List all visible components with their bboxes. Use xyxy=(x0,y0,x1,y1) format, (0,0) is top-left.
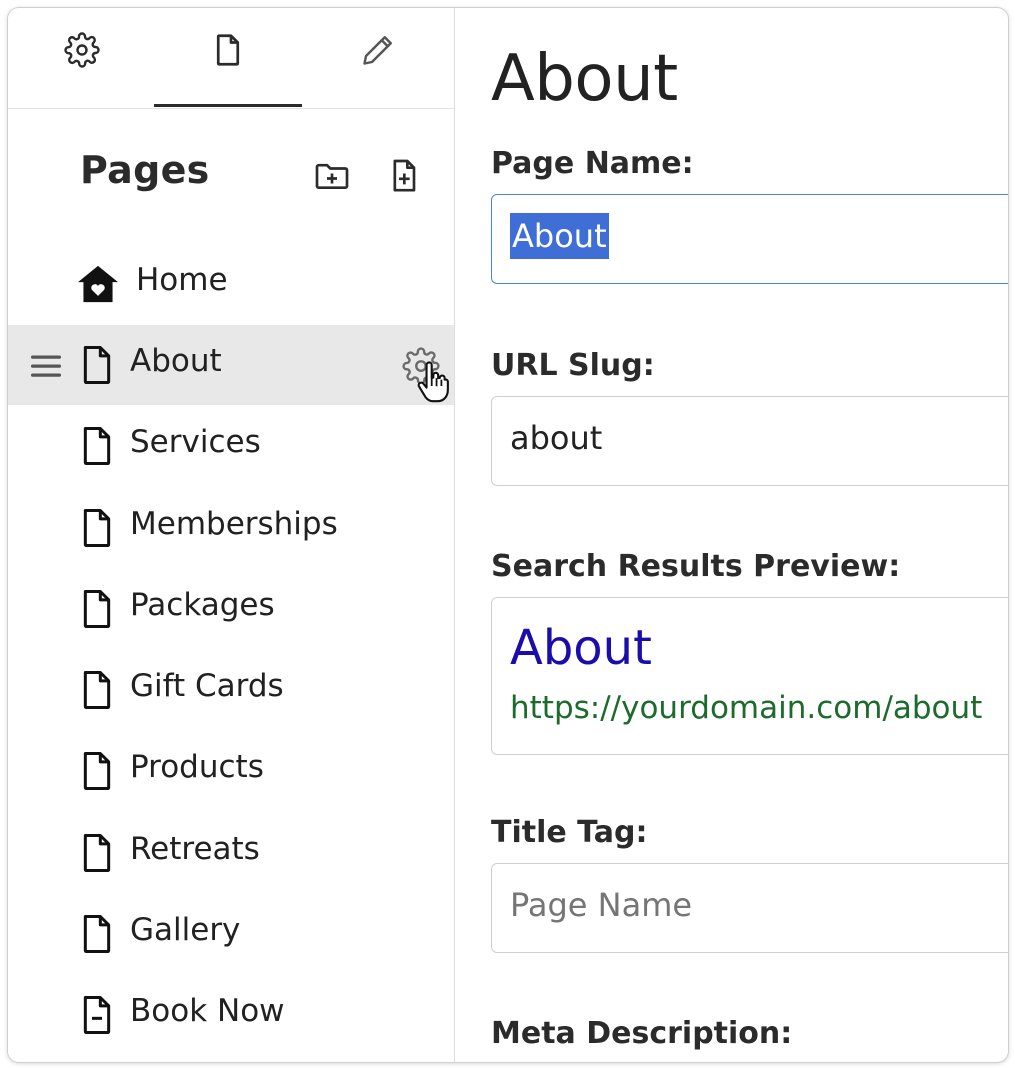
page-label: Gallery xyxy=(130,912,241,948)
page-item-book-now[interactable]: Book Now xyxy=(8,975,454,1055)
tab-pages[interactable] xyxy=(154,8,302,108)
page-item-services[interactable]: Services xyxy=(8,406,454,486)
home-heart-icon xyxy=(78,265,118,303)
document-icon xyxy=(216,34,240,66)
page-label: Packages xyxy=(130,587,275,623)
add-page-button[interactable] xyxy=(384,156,424,196)
document-icon xyxy=(83,427,111,465)
document-icon xyxy=(83,346,111,384)
page-name-label: Page Name: xyxy=(491,146,694,181)
url-slug-label: URL Slug: xyxy=(491,348,655,383)
document-icon xyxy=(83,671,111,709)
tab-settings[interactable] xyxy=(8,8,156,108)
document-icon xyxy=(83,915,111,953)
pointer-hand-cursor-icon xyxy=(417,361,449,403)
sidebar-tabs xyxy=(8,8,454,109)
search-preview-title: About xyxy=(510,620,652,676)
url-slug-value: about xyxy=(510,419,603,457)
title-tag-input[interactable]: Page Name xyxy=(491,863,1008,953)
page-label: Gift Cards xyxy=(130,668,284,704)
page-item-products[interactable]: Products xyxy=(8,731,454,811)
document-icon xyxy=(83,752,111,790)
title-tag-placeholder: Page Name xyxy=(510,886,693,924)
app-window: Pages Home About Services Memberships Pa… xyxy=(7,7,1009,1063)
search-preview-url: https://yourdomain.com/about xyxy=(510,690,983,726)
document-icon xyxy=(83,590,111,628)
page-item-gift-cards[interactable]: Gift Cards xyxy=(8,650,454,730)
document-icon xyxy=(83,834,111,872)
pencil-icon xyxy=(363,36,392,65)
active-tab-indicator xyxy=(154,104,302,107)
page-label: Memberships xyxy=(130,506,338,542)
url-slug-input[interactable]: about xyxy=(491,396,1008,486)
add-folder-button[interactable] xyxy=(312,156,352,196)
page-label: About xyxy=(130,343,222,379)
page-item-about[interactable]: About xyxy=(8,325,454,405)
page-label: Retreats xyxy=(130,831,260,867)
page-name-value: About xyxy=(510,213,609,259)
page-settings-panel: About Page Name: About URL Slug: about S… xyxy=(455,8,1008,1062)
page-item-retreats[interactable]: Retreats xyxy=(8,813,454,893)
page-title: About xyxy=(491,42,678,116)
drag-handle-icon[interactable] xyxy=(28,351,64,381)
page-item-memberships[interactable]: Memberships xyxy=(8,488,454,568)
page-name-input[interactable]: About xyxy=(491,194,1008,284)
title-tag-label: Title Tag: xyxy=(491,815,648,850)
meta-description-label: Meta Description: xyxy=(491,1016,793,1051)
sidebar: Pages Home About Services Memberships Pa… xyxy=(8,8,455,1062)
search-preview-box: About https://yourdomain.com/about xyxy=(491,597,1008,755)
folder-plus-icon xyxy=(315,163,349,189)
document-plus-icon xyxy=(393,159,416,192)
search-preview-label: Search Results Preview: xyxy=(491,549,901,584)
gear-icon xyxy=(64,32,100,68)
tab-edit[interactable] xyxy=(304,8,452,108)
page-label: Products xyxy=(130,749,264,785)
page-item-packages[interactable]: Packages xyxy=(8,569,454,649)
page-label: Book Now xyxy=(130,993,285,1029)
page-label: Services xyxy=(130,424,261,460)
page-item-home[interactable]: Home xyxy=(8,244,454,324)
sidebar-title: Pages xyxy=(80,148,210,192)
document-icon xyxy=(83,509,111,547)
page-label: Home xyxy=(136,262,228,298)
page-item-gallery[interactable]: Gallery xyxy=(8,894,454,974)
document-minus-icon xyxy=(83,996,111,1034)
